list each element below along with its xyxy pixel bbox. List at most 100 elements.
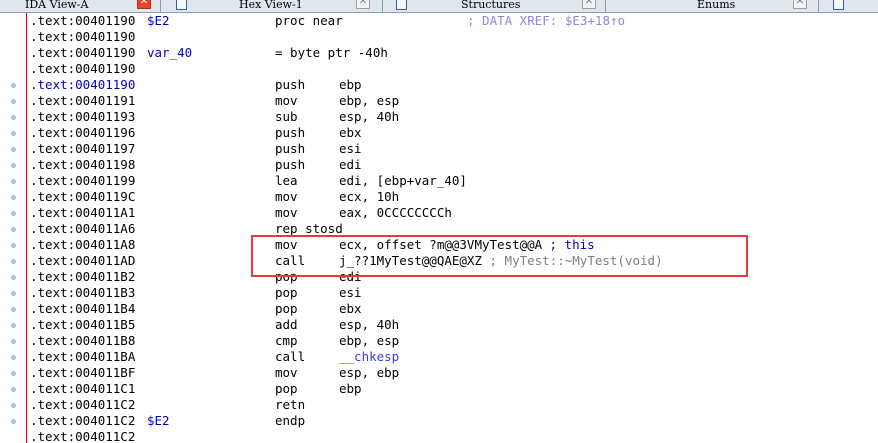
operand[interactable]: ebx: [339, 301, 362, 317]
mnemonic: endp: [275, 413, 306, 428]
breakpoint-dot-icon[interactable]: [11, 99, 16, 104]
mnemonic: pop: [275, 381, 298, 396]
tab-label: Hex View-1: [239, 0, 303, 11]
operand[interactable]: esp, ebp: [339, 365, 399, 381]
close-structures-icon[interactable]: ✕: [582, 0, 596, 9]
code-line[interactable]: .text:00401190: [27, 61, 878, 77]
breakpoint-dot-icon[interactable]: [11, 291, 16, 296]
mnemonic: sub: [275, 109, 298, 124]
code-line[interactable]: .text:00401191 mov ebp, esp: [27, 93, 878, 109]
close-ida-view-a-icon[interactable]: ✕: [137, 0, 151, 9]
code-line[interactable]: .text:004011B3 pop esi: [27, 285, 878, 301]
code-line[interactable]: .text:004011C2 retn: [27, 397, 878, 413]
breakpoint-dot-icon[interactable]: [11, 131, 16, 136]
operand[interactable]: esi: [339, 141, 362, 157]
operand[interactable]: ebp, esp: [339, 93, 399, 109]
code-line[interactable]: .text:00401198 push edi: [27, 157, 878, 173]
breakpoint-dot-icon[interactable]: [11, 275, 16, 280]
address: .text:004011BF: [30, 365, 136, 380]
address: .text:004011B8: [30, 333, 136, 348]
window-icon: [833, 0, 844, 10]
code-line[interactable]: .text:004011C1 pop ebp: [27, 381, 878, 397]
address: .text:00401199: [30, 173, 136, 188]
tab-structures[interactable]: Structures: [396, 0, 520, 12]
tab-divider: [605, 0, 606, 12]
tab-label: IDA View-A: [25, 0, 89, 11]
breakpoint-dot-icon[interactable]: [11, 355, 16, 360]
code-line[interactable]: .text:00401197 push esi: [27, 141, 878, 157]
operand[interactable]: esp, 40h: [339, 109, 399, 125]
operand[interactable]: ecx, 10h: [339, 189, 399, 205]
address: .text:00401190: [30, 13, 136, 28]
operand[interactable]: ebp, esp: [339, 333, 399, 349]
code-line[interactable]: .text:004011A1 mov eax, 0CCCCCCCCh: [27, 205, 878, 221]
operand[interactable]: esi: [339, 285, 362, 301]
code-line[interactable]: .text:00401199 lea edi, [ebp+var_40]: [27, 173, 878, 189]
code-line[interactable]: .text:00401196 push ebx: [27, 125, 878, 141]
breakpoint-dot-icon[interactable]: [11, 115, 16, 120]
code-line[interactable]: .text:00401190 push ebp: [27, 77, 878, 93]
code-line[interactable]: .text:004011B5 add esp, 40h: [27, 317, 878, 333]
mnemonic: retn: [275, 397, 306, 412]
code-line[interactable]: .text:00401190 $E2 proc near ; DATA XREF: $…: [27, 13, 878, 29]
operand[interactable]: edi, [ebp+var_40]: [339, 173, 467, 189]
disassembly-listing[interactable]: .text:00401190 $E2 proc near ; DATA XREF: $…: [27, 13, 878, 443]
tab-hex-view-1[interactable]: Hex View-1: [176, 0, 303, 12]
code-line[interactable]: .text:004011BF mov esp, ebp: [27, 365, 878, 381]
operand[interactable]: __chkesp: [339, 349, 399, 365]
tab-enums[interactable]: Enums: [697, 0, 735, 12]
breakpoint-dot-icon[interactable]: [11, 179, 16, 184]
breakpoint-dot-icon[interactable]: [11, 307, 16, 312]
address: .text:004011B3: [30, 285, 136, 300]
operand[interactable]: ebx: [339, 125, 362, 141]
operand[interactable]: esp, 40h: [339, 317, 399, 333]
breakpoint-dot-icon[interactable]: [11, 195, 16, 200]
close-hex-view-icon[interactable]: ✕: [356, 0, 370, 9]
operand[interactable]: ebp: [339, 381, 362, 397]
code-line[interactable]: .text:004011C2 $E2 endp: [27, 413, 878, 429]
mnemonic: pop: [275, 285, 298, 300]
tab-bar: IDA View-A ✕ Hex View-1 ✕ Structures ✕ E…: [0, 0, 878, 13]
mnemonic: proc near: [275, 13, 343, 28]
code-line[interactable]: .text:00401190 var_40 = byte ptr -40h: [27, 45, 878, 61]
breakpoint-dot-icon[interactable]: [11, 387, 16, 392]
address: .text:004011B2: [30, 269, 136, 284]
close-enums-icon[interactable]: ✕: [793, 0, 807, 9]
tab-divider: [382, 0, 383, 12]
operand[interactable]: ebp: [339, 77, 362, 93]
code-line[interactable]: .text:0040119C mov ecx, 10h: [27, 189, 878, 205]
operand[interactable]: eax, 0CCCCCCCCh: [339, 205, 452, 221]
breakpoint-dot-icon[interactable]: [11, 243, 16, 248]
mnemonic: push: [275, 157, 306, 172]
breakpoint-dot-icon[interactable]: [11, 259, 16, 264]
address: .text:00401190: [30, 45, 136, 60]
breakpoint-dot-icon[interactable]: [11, 419, 16, 424]
breakpoint-dot-icon[interactable]: [11, 211, 16, 216]
code-line[interactable]: .text:00401190: [27, 29, 878, 45]
mnemonic: push: [275, 77, 306, 92]
tab-next[interactable]: [833, 0, 844, 12]
code-line[interactable]: .text:004011B8 cmp ebp, esp: [27, 333, 878, 349]
code-line[interactable]: .text:004011C2: [27, 429, 878, 443]
address: .text:00401190: [30, 61, 136, 76]
code-line[interactable]: .text:00401193 sub esp, 40h: [27, 109, 878, 125]
code-line[interactable]: .text:004011B4 pop ebx: [27, 301, 878, 317]
breakpoint-dot-icon[interactable]: [11, 371, 16, 376]
operand[interactable]: edi: [339, 157, 362, 173]
breakpoint-dot-icon[interactable]: [11, 147, 16, 152]
mnemonic: mov: [275, 189, 298, 204]
address: .text:004011A1: [30, 205, 136, 220]
breakpoint-dot-icon[interactable]: [11, 339, 16, 344]
address: .text:00401190: [30, 77, 136, 92]
code-line[interactable]: .text:004011BA call __chkesp: [27, 349, 878, 365]
xref-comment: ; DATA XREF: $E3+18↑o: [467, 13, 626, 28]
breakpoint-dot-icon[interactable]: [11, 83, 16, 88]
breakpoint-dot-icon[interactable]: [11, 323, 16, 328]
breakpoint-dot-icon[interactable]: [11, 227, 16, 232]
breakpoint-dot-icon[interactable]: [11, 163, 16, 168]
tab-label: Structures: [461, 0, 521, 11]
breakpoint-dot-icon[interactable]: [11, 403, 16, 408]
tab-divider: [160, 0, 161, 12]
address: .text:004011C2: [30, 429, 136, 443]
tab-ida-view-a[interactable]: IDA View-A: [25, 0, 88, 12]
